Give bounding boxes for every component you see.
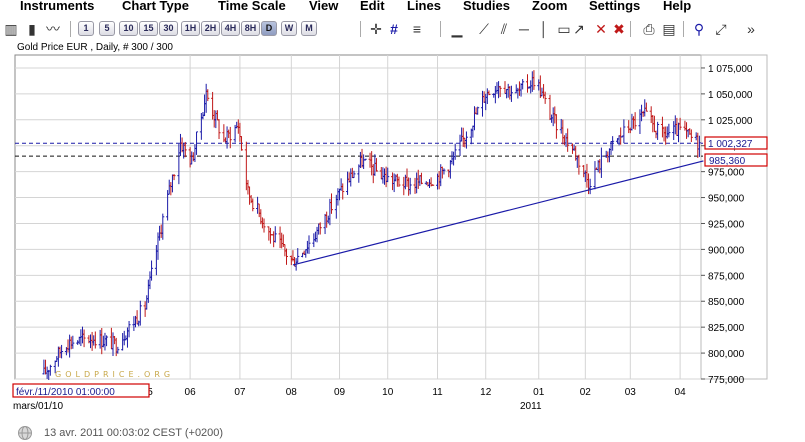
- year-label: 2011: [520, 401, 542, 412]
- cursor-date-label: févr./11/2010 01:00:00: [16, 387, 115, 398]
- price-label-1: 1 002,327: [708, 139, 753, 150]
- x-tick-label: 09: [334, 387, 346, 398]
- watermark: GOLDPRICE.ORG: [55, 370, 174, 379]
- x-tick-label: 12: [480, 387, 492, 398]
- x-tick-label: 11: [432, 387, 443, 398]
- y-tick-label: 1 050,000: [708, 90, 753, 101]
- x-tick-label: 06: [185, 387, 197, 398]
- price-chart[interactable]: 775,000 800,000 825,000 850,000 875,000 900,0…: [0, 0, 805, 424]
- x-tick-label: 08: [286, 387, 298, 398]
- y-tick-label: 825,000: [708, 323, 745, 334]
- x-tick-label: 01: [533, 387, 545, 398]
- y-tick-label: 1 075,000: [708, 64, 753, 75]
- x-tick-label: 04: [675, 387, 687, 398]
- y-tick-label: 975,000: [708, 168, 745, 179]
- status-bar: 13 avr. 2011 00:03:02 CEST (+0200): [0, 424, 805, 442]
- x-tick-label: 10: [382, 387, 394, 398]
- y-tick-label: 925,000: [708, 219, 745, 230]
- y-tick-label: 800,000: [708, 349, 745, 360]
- x-tick-label: 07: [234, 387, 246, 398]
- x-tick-label: 02: [580, 387, 592, 398]
- y-tick-label: 875,000: [708, 271, 745, 282]
- status-timestamp: 13 avr. 2011 00:03:02 CEST (+0200): [44, 427, 224, 439]
- y-tick-label: 900,000: [708, 245, 745, 256]
- plot-background: [14, 54, 702, 380]
- start-date-label: mars/01/10: [13, 401, 63, 412]
- x-tick-label: 03: [625, 387, 637, 398]
- y-tick-label: 1 025,000: [708, 116, 753, 127]
- price-label-2: 985,360: [709, 156, 746, 167]
- y-tick-label: 850,000: [708, 297, 745, 308]
- status-globe-icon: [18, 426, 32, 440]
- y-tick-label: 950,000: [708, 194, 745, 205]
- y-tick-label: 775,000: [708, 375, 745, 386]
